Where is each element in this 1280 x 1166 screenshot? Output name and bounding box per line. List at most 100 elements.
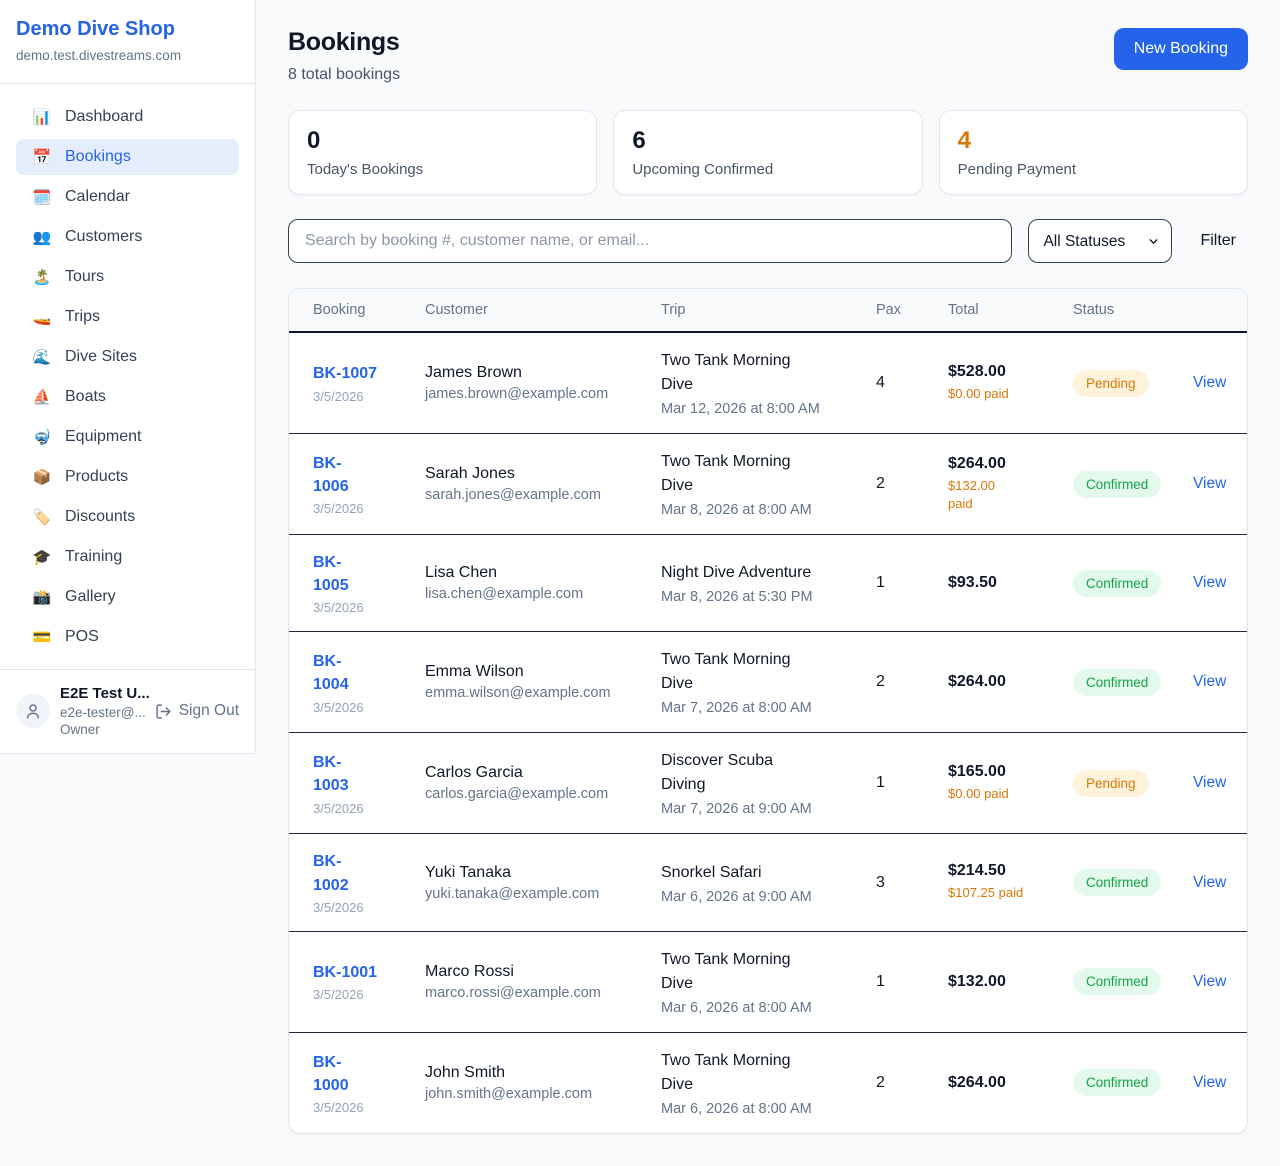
trip-name: Discover Scuba Diving <box>661 749 876 797</box>
sidebar-item-label: Dive Sites <box>65 348 137 366</box>
sidebar-item-customers[interactable]: 👥 Customers <box>16 219 239 255</box>
booking-id-link[interactable]: BK- 1006 <box>313 452 425 498</box>
customer-name: Marco Rossi <box>425 963 661 981</box>
view-link[interactable]: View <box>1193 374 1226 391</box>
actions-cell: View <box>1193 874 1247 892</box>
view-link[interactable]: View <box>1193 874 1226 891</box>
pax-cell: 1 <box>876 973 948 991</box>
status-filter-wrap: All Statuses <box>1028 219 1172 263</box>
sidebar-item-discounts[interactable]: 🏷️ Discounts <box>16 499 239 535</box>
sidebar-item-calendar[interactable]: 🗓️ Calendar <box>16 179 239 215</box>
sidebar-item-training[interactable]: 🎓 Training <box>16 539 239 575</box>
sidebar-item-label: Trips <box>65 308 100 326</box>
trip-name: Snorkel Safari <box>661 861 876 885</box>
view-link[interactable]: View <box>1193 973 1226 990</box>
main-content: Bookings 8 total bookings New Booking 0 … <box>256 0 1280 1166</box>
booking-id-link[interactable]: BK- 1003 <box>313 751 425 797</box>
trip-datetime: Mar 12, 2026 at 8:00 AM <box>661 401 876 417</box>
sign-out-button[interactable]: Sign Out <box>155 702 239 720</box>
booking-date: 3/5/2026 <box>313 987 425 1002</box>
sidebar-item-boats[interactable]: ⛵ Boats <box>16 379 239 415</box>
sidebar-item-dashboard[interactable]: 📊 Dashboard <box>16 99 239 135</box>
total-amount: $165.00 <box>948 763 1073 781</box>
discounts-icon: 🏷️ <box>32 508 52 526</box>
gallery-icon: 📸 <box>32 588 52 606</box>
status-cell: Confirmed <box>1073 1069 1193 1096</box>
trip-datetime: Mar 6, 2026 at 8:00 AM <box>661 1101 876 1117</box>
training-icon: 🎓 <box>32 548 52 566</box>
booking-id-link[interactable]: BK- 1002 <box>313 850 425 896</box>
actions-cell: View <box>1193 475 1247 493</box>
sidebar-item-label: Products <box>65 468 128 486</box>
status-filter-select[interactable]: All Statuses <box>1029 220 1171 262</box>
total-cell: $93.50 <box>948 574 1073 592</box>
table-row: BK-1001 3/5/2026 Marco Rossi marco.rossi… <box>289 932 1247 1033</box>
sidebar-item-pos[interactable]: 💳 POS <box>16 619 239 655</box>
stat-label: Upcoming Confirmed <box>632 161 903 178</box>
sidebar-item-label: Equipment <box>65 428 142 446</box>
sidebar-item-tours[interactable]: 🏝️ Tours <box>16 259 239 295</box>
trip-name: Two Tank Morning Dive <box>661 349 876 397</box>
booking-id-link[interactable]: BK-1001 <box>313 961 425 984</box>
col-header-total: Total <box>948 302 1073 318</box>
filter-button[interactable]: Filter <box>1188 232 1248 250</box>
customer-cell: Lisa Chen lisa.chen@example.com <box>425 564 661 602</box>
total-cell: $264.00 <box>948 673 1073 691</box>
customer-email: lisa.chen@example.com <box>425 586 661 602</box>
customer-cell: Marco Rossi marco.rossi@example.com <box>425 963 661 1001</box>
view-link[interactable]: View <box>1193 574 1226 591</box>
view-link[interactable]: View <box>1193 475 1226 492</box>
trip-datetime: Mar 7, 2026 at 8:00 AM <box>661 700 876 716</box>
actions-cell: View <box>1193 973 1247 991</box>
view-link[interactable]: View <box>1193 1074 1226 1091</box>
booking-date: 3/5/2026 <box>313 900 425 915</box>
paid-amount: $0.00 paid <box>948 385 1073 403</box>
search-input[interactable] <box>288 219 1012 263</box>
shop-name: Demo Dive Shop <box>16 18 239 41</box>
customer-name: James Brown <box>425 364 661 382</box>
customer-cell: Yuki Tanaka yuki.tanaka@example.com <box>425 864 661 902</box>
table-row: BK-1007 3/5/2026 James Brown james.brown… <box>289 333 1247 434</box>
sidebar-item-gallery[interactable]: 📸 Gallery <box>16 579 239 615</box>
actions-cell: View <box>1193 774 1247 792</box>
page-header: Bookings 8 total bookings New Booking <box>288 28 1248 84</box>
view-link[interactable]: View <box>1193 774 1226 791</box>
new-booking-button[interactable]: New Booking <box>1114 28 1248 70</box>
tours-icon: 🏝️ <box>32 268 52 286</box>
status-cell: Pending <box>1073 370 1193 397</box>
sidebar-item-label: POS <box>65 628 99 646</box>
total-cell: $528.00 $0.00 paid <box>948 363 1073 403</box>
sidebar-item-equipment[interactable]: 🤿 Equipment <box>16 419 239 455</box>
user-name: E2E Test U... <box>60 684 145 704</box>
col-header-actions <box>1193 302 1247 318</box>
pax-cell: 2 <box>876 1074 948 1092</box>
status-badge: Pending <box>1073 770 1149 797</box>
customer-name: Carlos Garcia <box>425 764 661 782</box>
sidebar-item-bookings[interactable]: 📅 Bookings <box>16 139 239 175</box>
paid-amount: $132.00 paid <box>948 477 1073 513</box>
booking-id-link[interactable]: BK- 1004 <box>313 650 425 696</box>
booking-cell: BK- 1002 3/5/2026 <box>289 850 425 914</box>
col-header-booking: Booking <box>289 302 425 318</box>
customer-cell: John Smith john.smith@example.com <box>425 1064 661 1102</box>
total-amount: $264.00 <box>948 673 1073 691</box>
page-title: Bookings <box>288 28 400 57</box>
booking-id-link[interactable]: BK-1007 <box>313 362 425 385</box>
trip-cell: Two Tank Morning Dive Mar 12, 2026 at 8:… <box>661 349 876 417</box>
sidebar-item-trips[interactable]: 🚤 Trips <box>16 299 239 335</box>
booking-date: 3/5/2026 <box>313 700 425 715</box>
status-cell: Confirmed <box>1073 968 1193 995</box>
customer-name: Emma Wilson <box>425 663 661 681</box>
booking-id-link[interactable]: BK- 1000 <box>313 1051 425 1097</box>
status-badge: Confirmed <box>1073 669 1161 696</box>
booking-id-link[interactable]: BK- 1005 <box>313 551 425 597</box>
sidebar-item-dive-sites[interactable]: 🌊 Dive Sites <box>16 339 239 375</box>
sidebar-item-products[interactable]: 📦 Products <box>16 459 239 495</box>
booking-cell: BK- 1005 3/5/2026 <box>289 551 425 615</box>
view-link[interactable]: View <box>1193 673 1226 690</box>
sidebar-item-label: Bookings <box>65 148 131 166</box>
booking-date: 3/5/2026 <box>313 501 425 516</box>
customer-name: Lisa Chen <box>425 564 661 582</box>
customer-name: Yuki Tanaka <box>425 864 661 882</box>
sidebar-item-label: Dashboard <box>65 108 143 126</box>
